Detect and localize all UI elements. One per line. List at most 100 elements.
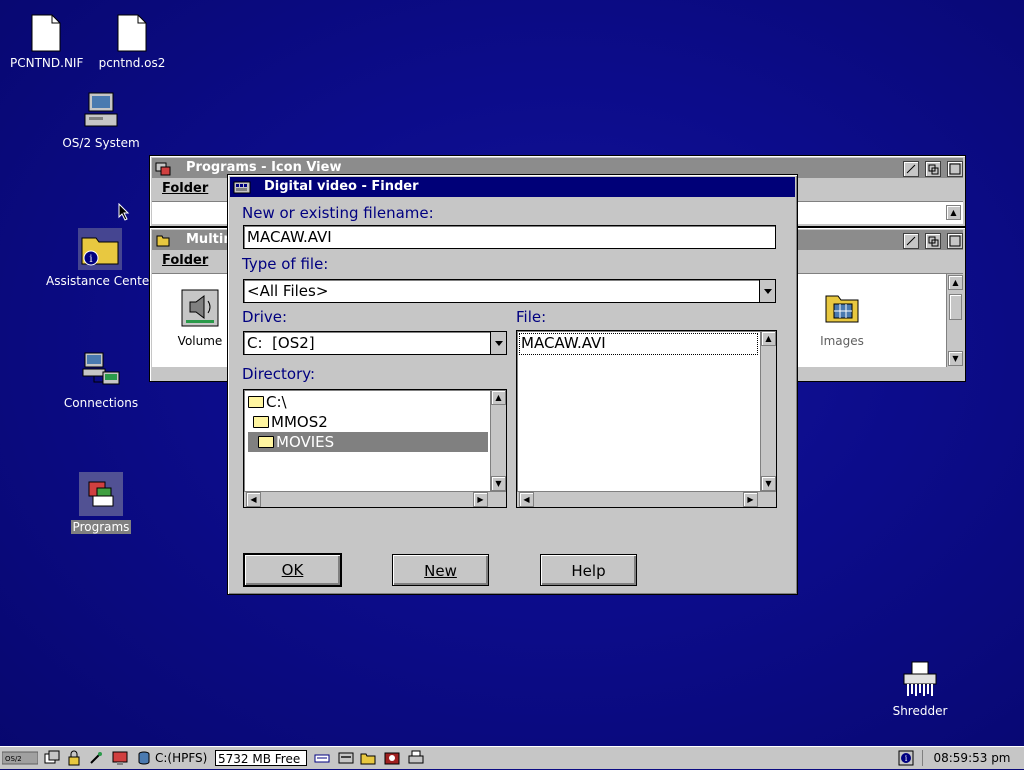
drive-label: Drive:: [242, 308, 288, 326]
desktop-icon-shredder[interactable]: Shredder: [876, 660, 964, 718]
tools-icon[interactable]: [88, 750, 104, 766]
programs-icon: [79, 472, 123, 516]
scroll-right-button[interactable]: ▶: [473, 492, 488, 507]
desktop-icon-assistance-center[interactable]: i Assistance Center: [44, 228, 156, 288]
restore-button[interactable]: [925, 161, 941, 177]
printer-icon[interactable]: [408, 750, 424, 766]
info-icon[interactable]: i: [898, 750, 914, 766]
multimedia-icon[interactable]: [384, 750, 400, 766]
mouse-pointer-icon: [118, 202, 130, 221]
ok-button-label: OK: [281, 561, 304, 579]
scroll-up-button[interactable]: ▲: [948, 275, 963, 290]
directory-item-label: MMOS2: [271, 413, 328, 431]
scroll-thumb[interactable]: [949, 294, 962, 320]
document-icon: [31, 14, 61, 52]
video-icon: [233, 179, 251, 195]
drive-value: C: [OS2]: [247, 334, 315, 352]
drives-icon[interactable]: [338, 750, 354, 766]
directory-label: Directory:: [242, 365, 316, 383]
maximize-button[interactable]: [947, 161, 963, 177]
directory-vscroll[interactable]: ▲ ▼: [490, 390, 506, 491]
new-button[interactable]: New: [392, 554, 489, 586]
restore-button[interactable]: [925, 233, 941, 249]
file-list-item[interactable]: MACAW.AVI: [519, 333, 758, 355]
filename-input[interactable]: MACAW.AVI: [243, 225, 776, 249]
volume-label: Volume: [177, 334, 223, 348]
type-label: Type of file:: [242, 255, 329, 273]
new-button-label: New: [424, 562, 457, 580]
scroll-down-button[interactable]: ▼: [761, 476, 776, 491]
directory-hscroll[interactable]: ◀ ▶: [244, 491, 506, 507]
volume-icon: [180, 288, 220, 328]
menu-folder[interactable]: Folder: [162, 181, 208, 196]
desktop-icon-connections[interactable]: Connections: [56, 350, 146, 410]
file-type-dropdown-button[interactable]: [759, 280, 775, 302]
desktop-icon-pcntnd-os2[interactable]: pcntnd.os2: [94, 14, 170, 70]
finder-dialog-titlebar[interactable]: Digital video - Finder: [230, 177, 795, 197]
computer-icon: [81, 90, 121, 130]
directory-item-mmos2[interactable]: MMOS2: [253, 412, 488, 432]
file-type-value: <All Files>: [247, 282, 329, 300]
document-icon: [117, 14, 147, 52]
images-item[interactable]: Images: [812, 288, 872, 348]
scroll-down-button[interactable]: ▼: [948, 351, 963, 366]
drive-select[interactable]: C: [OS2]: [243, 331, 507, 355]
directory-item-label: MOVIES: [276, 433, 335, 451]
images-folder-icon: [822, 288, 862, 328]
desktop-icon-os2-system[interactable]: OS/2 System: [56, 90, 146, 150]
directory-item-root[interactable]: C:\: [248, 392, 488, 412]
chevron-down-icon: [763, 288, 772, 294]
desktop-icon-pcntnd-nif[interactable]: PCNTND.NIF: [8, 14, 84, 70]
assistance-folder-icon: i: [78, 228, 122, 270]
window-list-icon[interactable]: [44, 750, 60, 766]
file-type-select[interactable]: <All Files>: [243, 279, 776, 303]
scroll-down-button[interactable]: ▼: [491, 476, 506, 491]
multimedia-vscroll[interactable]: ▲ ▼: [946, 274, 963, 367]
help-button[interactable]: Help: [540, 554, 637, 586]
clock[interactable]: 08:59:53 pm: [922, 750, 1021, 766]
programs-window-icon: [155, 160, 171, 176]
monitor-icon[interactable]: [112, 750, 128, 766]
scroll-left-button[interactable]: ◀: [246, 492, 261, 507]
multimedia-window-title: Multin: [186, 232, 233, 247]
directory-item-label: C:\: [266, 393, 287, 411]
svg-text:OS/2: OS/2: [5, 755, 22, 763]
finder-dialog[interactable]: Digital video - Finder New or existing f…: [227, 174, 798, 595]
file-hscroll[interactable]: ◀ ▶: [517, 491, 776, 507]
help-button-label: Help: [571, 562, 606, 580]
directory-listbox[interactable]: C:\ MMOS2 MOVIES ▲ ▼ ◀ ▶: [243, 389, 507, 508]
desktop-icon-label: OS/2 System: [62, 136, 140, 150]
desktop-icon-programs[interactable]: Programs: [56, 472, 146, 534]
images-label: Images: [820, 334, 864, 348]
desktop-icon-label: Connections: [63, 396, 139, 410]
scroll-up-button[interactable]: ▲: [491, 390, 506, 405]
drive-dropdown-button[interactable]: [490, 332, 506, 354]
hide-button[interactable]: [903, 161, 919, 177]
drive-status[interactable]: C:(HPFS): [155, 750, 207, 766]
volume-item[interactable]: Volume: [170, 288, 230, 348]
folder-open-icon: [253, 415, 269, 428]
scroll-up-button[interactable]: ▲: [946, 205, 961, 220]
ok-button[interactable]: OK: [243, 553, 342, 587]
lock-icon[interactable]: [66, 750, 82, 766]
scroll-up-button[interactable]: ▲: [761, 331, 776, 346]
maximize-button[interactable]: [947, 233, 963, 249]
directory-item-movies[interactable]: MOVIES: [248, 432, 488, 452]
menu-folder[interactable]: Folder: [162, 253, 208, 268]
scroll-right-button[interactable]: ▶: [743, 492, 758, 507]
file-listbox[interactable]: MACAW.AVI ▲ ▼ ◀ ▶: [516, 330, 777, 508]
hide-button[interactable]: [903, 233, 919, 249]
free-space-status: 5732 MB Free: [215, 750, 307, 766]
os2-logo-icon[interactable]: OS/2: [1, 750, 39, 766]
file-vscroll[interactable]: ▲ ▼: [760, 331, 776, 491]
filename-label: New or existing filename:: [242, 204, 434, 222]
multimedia-window-icon: [155, 232, 171, 248]
desktop-icon-label: pcntnd.os2: [98, 56, 166, 70]
shredder-icon: [900, 660, 940, 698]
system-icon[interactable]: [314, 750, 330, 766]
network-icon: [79, 350, 123, 390]
folder-icon[interactable]: [360, 750, 376, 766]
warpcenter-taskbar: OS/2 C:(HPFS) 5732 MB Free i 08:59:53 pm: [0, 746, 1024, 769]
svg-text:i: i: [905, 754, 908, 763]
scroll-left-button[interactable]: ◀: [519, 492, 534, 507]
